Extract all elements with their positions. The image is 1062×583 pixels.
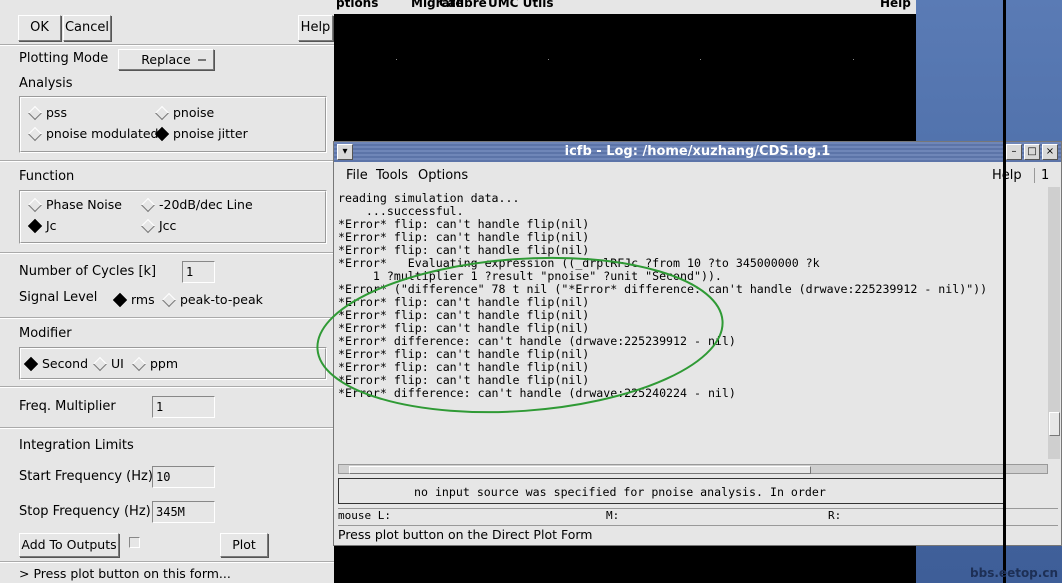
dropdown-indicator-icon [198, 59, 206, 61]
direct-plot-form: OK Cancel Help Plotting Mode Replace Ana… [0, 0, 334, 583]
waveform-dot [700, 59, 701, 60]
menu-umc-utils[interactable]: UMC Utils [488, 0, 554, 10]
log-window: ▾ icfb - Log: /home/xuzhang/CDS.log.1 – … [333, 141, 1062, 546]
add-to-outputs-button[interactable]: Add To Outputs [19, 533, 119, 557]
radio-diamond-icon [154, 105, 170, 120]
radio-diamond-selected-icon [112, 292, 128, 307]
ok-button[interactable]: OK [18, 15, 61, 41]
signal-peak-to-peak-radio[interactable]: peak-to-peak [161, 292, 263, 307]
menu-options[interactable]: ptions [336, 0, 378, 10]
plotting-mode-select[interactable]: Replace [118, 49, 214, 70]
form-status-text: > Press plot button on this form... [19, 566, 231, 581]
radio-diamond-icon [161, 292, 177, 307]
stop-frequency-input[interactable]: 345M [152, 501, 215, 523]
scroll-thumb[interactable] [349, 466, 811, 474]
function-phase-noise-radio[interactable]: Phase Noise [27, 197, 122, 212]
analysis-pss-radio[interactable]: pss [27, 105, 67, 120]
separator [0, 317, 334, 319]
function-label: Function [19, 169, 75, 184]
menu-help[interactable]: Help [880, 0, 911, 10]
waveform-menubar: ptions Migrate Calibre UMC Utils Help [334, 0, 916, 14]
mouse-right-label: R: [828, 509, 842, 522]
scroll-thumb[interactable] [1049, 412, 1060, 436]
analysis-pnoise-modulated-radio[interactable]: pnoise modulated [27, 126, 159, 141]
analysis-pnoise-radio[interactable]: pnoise [154, 105, 214, 120]
signal-level-label: Signal Level [19, 290, 98, 305]
horizontal-scrollbar[interactable] [338, 464, 1048, 474]
close-icon[interactable]: × [1042, 144, 1058, 160]
log-output[interactable]: reading simulation data... ...successful… [338, 192, 1038, 462]
separator [0, 44, 334, 46]
radio-diamond-icon [27, 105, 43, 120]
radio-diamond-icon [140, 218, 156, 233]
radio-diamond-icon [27, 197, 43, 212]
function-20db-line-radio[interactable]: -20dB/dec Line [140, 197, 253, 212]
prompt-line[interactable]: no input source was specified for pnoise… [338, 478, 1006, 504]
plotting-mode-value: Replace [141, 52, 191, 67]
analysis-label: Analysis [19, 76, 73, 91]
freq-multiplier-label: Freq. Multiplier [19, 399, 116, 414]
radio-diamond-icon [140, 197, 156, 212]
function-jcc-radio[interactable]: Jcc [140, 218, 176, 233]
separator [0, 252, 334, 254]
separator [0, 160, 334, 162]
plot-button[interactable]: Plot [220, 533, 268, 557]
menu-help[interactable]: Help [992, 168, 1022, 183]
radio-diamond-selected-icon [154, 126, 170, 141]
minimize-icon[interactable]: – [1006, 144, 1022, 160]
waveform-dot [548, 59, 549, 60]
radio-diamond-icon [27, 126, 43, 141]
history-counter[interactable]: 1 [1034, 168, 1049, 183]
mouse-binding-row: mouse L: M: R: [338, 508, 1058, 523]
log-title: icfb - Log: /home/xuzhang/CDS.log.1 [564, 144, 831, 159]
modifier-label: Modifier [19, 326, 72, 341]
function-jc-radio[interactable]: Jc [27, 218, 57, 233]
separator [0, 427, 334, 429]
radio-diamond-selected-icon [27, 218, 43, 233]
separator [0, 561, 334, 563]
modifier-ppm-radio[interactable]: ppm [131, 356, 178, 371]
waveform-dot [396, 59, 397, 60]
desktop-divider [1003, 0, 1006, 583]
freq-multiplier-input[interactable]: 1 [152, 396, 215, 418]
watermark: bbs.eetop.cn [970, 566, 1058, 580]
plotting-mode-label: Plotting Mode [19, 51, 109, 66]
log-line: *Error* difference: can't handle (drwave… [338, 386, 736, 400]
stop-frequency-label: Stop Frequency (Hz) [19, 504, 151, 519]
log-menubar: File Tools Options Help 1 [334, 164, 1061, 186]
log-status-text: Press plot button on the Direct Plot For… [338, 525, 1058, 544]
analysis-pnoise-jitter-radio[interactable]: pnoise jitter [154, 126, 248, 141]
radio-diamond-icon [92, 356, 108, 371]
modifier-second-radio[interactable]: Second [23, 356, 88, 371]
vertical-scrollbar[interactable] [1048, 187, 1060, 459]
start-frequency-label: Start Frequency (Hz) [19, 469, 153, 484]
log-title-bar[interactable]: ▾ icfb - Log: /home/xuzhang/CDS.log.1 – … [334, 142, 1061, 162]
radio-diamond-selected-icon [23, 356, 39, 371]
start-frequency-input[interactable]: 10 [152, 466, 215, 488]
cancel-button[interactable]: Cancel [63, 15, 111, 41]
modifier-ui-radio[interactable]: UI [92, 356, 124, 371]
menu-options[interactable]: Options [418, 168, 468, 183]
mouse-left-label: mouse L: [338, 509, 391, 522]
maximize-icon[interactable]: □ [1024, 144, 1040, 160]
cycles-input[interactable]: 1 [182, 261, 215, 283]
integration-limits-label: Integration Limits [19, 438, 134, 453]
cycles-label: Number of Cycles [k] [19, 264, 157, 279]
signal-rms-radio[interactable]: rms [112, 292, 155, 307]
menu-calibre[interactable]: Calibre [439, 0, 487, 10]
help-button[interactable]: Help [298, 15, 333, 41]
menu-tools[interactable]: Tools [376, 168, 408, 183]
mouse-middle-label: M: [606, 509, 620, 522]
radio-diamond-icon [131, 356, 147, 371]
add-to-outputs-checkbox[interactable] [129, 537, 140, 548]
separator [0, 386, 334, 388]
waveform-dot [853, 59, 854, 60]
menu-file[interactable]: File [346, 168, 368, 183]
